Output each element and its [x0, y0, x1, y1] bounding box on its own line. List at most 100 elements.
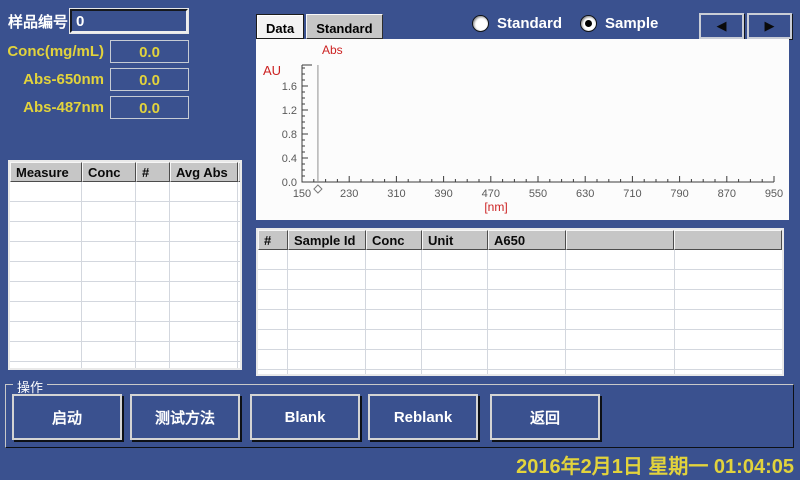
table-cell — [258, 290, 288, 309]
sample-table[interactable]: #Sample IdConcUnitA650 — [256, 228, 784, 376]
measure-table-row[interactable] — [10, 242, 240, 262]
measure-table-row[interactable] — [10, 282, 240, 302]
sample-table-row[interactable] — [258, 270, 782, 290]
table-cell — [288, 290, 366, 309]
field-label-abs-650nm: Abs-650nm — [0, 71, 104, 88]
header-cell-filler — [566, 230, 674, 250]
x-tick-label: 390 — [434, 188, 452, 200]
chart-y-label: AU — [263, 63, 281, 78]
tab-data[interactable]: Data — [256, 14, 304, 39]
table-cell — [82, 282, 136, 301]
table-cell — [238, 202, 240, 221]
table-cell — [422, 310, 488, 329]
test-method-button[interactable]: 测试方法 — [130, 394, 240, 440]
spectrum-chart-canvas: 0.00.40.81.21.61502303103904705506307107… — [256, 39, 789, 220]
table-cell — [675, 250, 783, 269]
chart-x-label: [nm] — [484, 200, 507, 214]
measure-table-row[interactable] — [10, 342, 240, 362]
measure-table-row[interactable] — [10, 222, 240, 242]
measure-table-row[interactable] — [10, 362, 240, 370]
chart-axes — [302, 65, 774, 182]
radio-dot-icon — [585, 20, 592, 27]
field-value-conc-mg-ml: 0.0 — [110, 40, 189, 63]
table-cell — [238, 242, 240, 261]
return-button[interactable]: 返回 — [490, 394, 600, 440]
radio-sample[interactable]: Sample — [580, 15, 658, 35]
table-cell — [488, 290, 566, 309]
table-cell — [82, 262, 136, 281]
table-cell — [136, 262, 170, 281]
pager-prev-button[interactable]: ◀ — [699, 13, 744, 39]
table-cell — [422, 330, 488, 349]
sample-table-row[interactable] — [258, 250, 782, 270]
tab-standard[interactable]: Standard — [306, 14, 382, 39]
table-cell — [422, 350, 488, 369]
start-button[interactable]: 启动 — [12, 394, 122, 440]
table-cell — [566, 330, 675, 349]
table-cell — [136, 222, 170, 241]
table-cell — [288, 330, 366, 349]
radio-standard[interactable]: Standard — [472, 15, 562, 35]
table-cell — [238, 182, 240, 201]
sample-table-row[interactable] — [258, 290, 782, 310]
sample-table-row[interactable] — [258, 350, 782, 370]
table-cell — [238, 302, 240, 321]
table-cell — [488, 310, 566, 329]
radio-label: Sample — [605, 15, 658, 32]
y-tick-label: 0.4 — [282, 153, 297, 165]
table-cell — [488, 370, 566, 376]
sample-table-row[interactable] — [258, 310, 782, 330]
table-cell — [170, 242, 238, 261]
table-cell — [136, 202, 170, 221]
field-value-abs-487nm: 0.0 — [110, 96, 189, 119]
table-cell — [170, 222, 238, 241]
table-cell — [566, 290, 675, 309]
sample-table-row[interactable] — [258, 330, 782, 350]
table-cell — [10, 242, 82, 261]
x-tick-label: 150 — [293, 188, 311, 200]
table-cell — [366, 290, 422, 309]
table-cell — [238, 342, 240, 361]
table-cell — [10, 262, 82, 281]
table-cell — [238, 222, 240, 241]
table-cell — [170, 302, 238, 321]
table-cell — [136, 342, 170, 361]
measure-table-row[interactable] — [10, 182, 240, 202]
header-cell-sample-id: Sample Id — [288, 230, 366, 250]
header-cell-: # — [258, 230, 288, 250]
view-tabs: DataStandard — [256, 14, 385, 39]
table-cell — [366, 250, 422, 269]
measure-table-row[interactable] — [10, 302, 240, 322]
measure-table-body — [10, 182, 240, 370]
measure-table[interactable]: MeasureConc#Avg Abs — [8, 160, 242, 370]
table-cell — [258, 310, 288, 329]
table-cell — [10, 222, 82, 241]
x-tick-label: 230 — [340, 188, 358, 200]
table-cell — [170, 182, 238, 201]
blank-button[interactable]: Blank — [250, 394, 360, 440]
table-cell — [170, 342, 238, 361]
measure-table-header: MeasureConc#Avg Abs — [10, 162, 240, 182]
table-cell — [566, 370, 675, 376]
measure-table-row[interactable] — [10, 262, 240, 282]
table-cell — [675, 370, 783, 376]
header-cell-filler — [674, 230, 782, 250]
measure-table-row[interactable] — [10, 322, 240, 342]
measure-table-row[interactable] — [10, 202, 240, 222]
table-cell — [136, 322, 170, 341]
sample-no-input[interactable]: 0 — [70, 9, 188, 33]
sample-table-row[interactable] — [258, 370, 782, 376]
right-arrow-icon: ▶ — [765, 18, 775, 33]
reblank-button[interactable]: Reblank — [368, 394, 478, 440]
pager-next-button[interactable]: ▶ — [747, 13, 792, 39]
chart-cursor-handle[interactable] — [314, 185, 322, 193]
table-cell — [82, 342, 136, 361]
x-tick-label: 310 — [387, 188, 405, 200]
table-cell — [566, 350, 675, 369]
table-cell — [258, 330, 288, 349]
instrument-screen: 样品编号 0 Conc(mg/mL)0.0Abs-650nm0.0Abs-487… — [0, 0, 800, 480]
table-cell — [82, 202, 136, 221]
x-tick-label: 550 — [529, 188, 547, 200]
table-cell — [675, 290, 783, 309]
table-cell — [258, 250, 288, 269]
